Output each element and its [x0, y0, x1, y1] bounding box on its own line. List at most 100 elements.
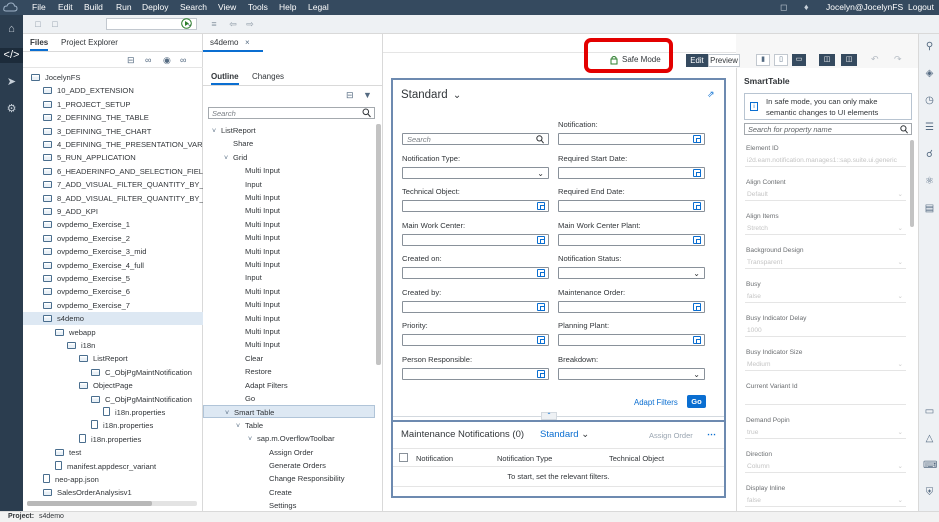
tree-item[interactable]: ovpdemo_Exercise_6: [23, 285, 203, 298]
tree-item[interactable]: manifest.appdescr_variant: [23, 460, 203, 473]
outline-item[interactable]: Share: [203, 137, 375, 150]
outline-item[interactable]: ˅ sap.m.OverflowToolbar: [203, 432, 375, 445]
close-icon[interactable]: ×: [245, 38, 250, 47]
filter-input[interactable]: [402, 334, 549, 346]
forward-icon[interactable]: ⇨: [244, 18, 256, 30]
filter-input[interactable]: [402, 267, 549, 279]
outline-item[interactable]: Create: [203, 486, 375, 499]
tree-item[interactable]: 5_RUN_APPLICATION: [23, 151, 203, 164]
outline-item[interactable]: Multi Input: [203, 245, 375, 258]
filter-input[interactable]: [558, 334, 705, 346]
tree-item[interactable]: 9_ADD_KPI: [23, 205, 203, 218]
save-icon[interactable]: □: [49, 18, 61, 30]
outline-item[interactable]: Multi Input: [203, 218, 375, 231]
terminal-icon[interactable]: ⌨: [923, 459, 937, 472]
tree-item[interactable]: 10_ADD_EXTENSION: [23, 84, 203, 97]
menu-search[interactable]: Search: [180, 2, 207, 12]
expand-toggle-icon[interactable]: ˅: [236, 420, 245, 433]
menu-deploy[interactable]: Deploy: [142, 2, 168, 12]
properties-scrollbar[interactable]: [910, 140, 914, 227]
filter-select[interactable]: ⌄: [402, 166, 549, 179]
property-select[interactable]: false ⌄: [745, 495, 906, 507]
menu-build[interactable]: Build: [84, 2, 103, 12]
tree-item[interactable]: webapp: [23, 326, 203, 339]
property-select[interactable]: false ⌄: [745, 291, 906, 303]
menu-view[interactable]: View: [218, 2, 236, 12]
tree-item[interactable]: 3_DEFINING_THE_CHART: [23, 125, 203, 138]
property-select[interactable]: Transparent ⌄: [745, 257, 906, 269]
filter-search-input[interactable]: Search: [402, 133, 549, 145]
tab-outline[interactable]: Outline: [211, 72, 239, 85]
link-icon[interactable]: ∞: [145, 55, 151, 65]
collapse-header-icon[interactable]: ⌃: [541, 412, 557, 420]
eye-icon[interactable]: ◉: [163, 55, 171, 66]
column-header-technical-object[interactable]: Technical Object: [609, 454, 664, 463]
tree-item[interactable]: i18n.properties: [23, 433, 203, 446]
go-button[interactable]: Go: [687, 395, 706, 408]
tree-item[interactable]: JocelynFS: [23, 71, 203, 84]
property-select[interactable]: Column ⌄: [745, 461, 906, 473]
menu-legal[interactable]: Legal: [308, 2, 329, 12]
expand-toggle-icon[interactable]: ˅: [212, 125, 221, 138]
search-icon[interactable]: ⚲: [923, 40, 936, 53]
layers-icon[interactable]: ◈: [923, 67, 936, 80]
bug-icon[interactable]: ⚛: [923, 175, 936, 188]
tree-item[interactable]: ovpdemo_Exercise_2: [23, 232, 203, 245]
outline-item[interactable]: Adapt Filters: [203, 379, 375, 392]
outline-item[interactable]: Clear: [203, 352, 375, 365]
tree-item[interactable]: ovpdemo_Exercise_5: [23, 272, 203, 285]
bell-icon[interactable]: ♦: [804, 2, 809, 12]
assign-order-button[interactable]: Assign Order: [649, 431, 693, 440]
outline-item[interactable]: Multi Input: [203, 298, 375, 311]
outline-item[interactable]: Generate Orders: [203, 459, 375, 472]
property-input[interactable]: i2d.eam.notification.manages1::sap.suite…: [745, 155, 906, 167]
tree-item[interactable]: i18n: [23, 339, 203, 352]
outline-item[interactable]: Go: [203, 392, 375, 405]
property-input[interactable]: 1000: [745, 325, 906, 337]
menu-help[interactable]: Help: [279, 2, 296, 12]
tree-item[interactable]: neo-app.json: [23, 473, 203, 486]
menu-edit[interactable]: Edit: [58, 2, 73, 12]
tree-item[interactable]: i18n.properties: [23, 419, 203, 432]
panel-right-icon[interactable]: ◫: [841, 54, 857, 66]
rocket-icon[interactable]: ➤: [4, 75, 19, 90]
tree-item[interactable]: 6_HEADERINFO_AND_SELECTION_FIELD: [23, 165, 203, 178]
outline-item[interactable]: Multi Input: [203, 325, 375, 338]
editor-tab-s4demo[interactable]: s4demo ×: [203, 34, 263, 52]
outline-item[interactable]: ˅ Smart Table: [203, 405, 375, 419]
expand-icon[interactable]: ⇗: [707, 89, 715, 100]
collapse-all-icon[interactable]: ⊟: [127, 55, 135, 66]
share-icon[interactable]: ◻: [780, 2, 787, 13]
tree-item[interactable]: 7_ADD_VISUAL_FILTER_QUANTITY_BY_: [23, 178, 203, 191]
edit-button[interactable]: Edit: [686, 54, 708, 67]
tree-item[interactable]: C_ObjPgMaintNotification: [23, 393, 203, 406]
property-select[interactable]: Default ⌄: [745, 189, 906, 201]
filterbar-variant[interactable]: Standard ⌄: [401, 89, 461, 101]
filter-input[interactable]: [402, 200, 549, 212]
outline-item[interactable]: Multi Input: [203, 231, 375, 244]
menu-run[interactable]: Run: [116, 2, 132, 12]
table-variant[interactable]: Standard ⌄: [540, 429, 589, 440]
tree-item[interactable]: ObjectPage: [23, 379, 203, 392]
filter-select[interactable]: ⌄: [558, 267, 705, 279]
tree-item[interactable]: s4demo: [23, 312, 203, 326]
property-search-input[interactable]: Search for property name: [744, 123, 912, 135]
home-icon[interactable]: ⌂: [4, 22, 19, 37]
outline-search-input[interactable]: Search: [208, 107, 375, 119]
back-icon[interactable]: ⇦: [227, 18, 239, 30]
expand-toggle-icon[interactable]: ˅: [248, 433, 257, 446]
outline-item[interactable]: Multi Input: [203, 312, 375, 325]
tree-item[interactable]: 4_DEFINING_THE_PRESENTATION_VARI: [23, 138, 203, 151]
menu-file[interactable]: File: [32, 2, 46, 12]
phone-icon[interactable]: ▮: [756, 54, 770, 66]
desktop-icon[interactable]: ▭: [792, 54, 806, 66]
outline-item[interactable]: Multi Input: [203, 285, 375, 298]
filter-select[interactable]: ⌄: [558, 367, 705, 380]
new-file-icon[interactable]: □: [32, 18, 44, 30]
tree-item[interactable]: 1_PROJECT_SETUP: [23, 98, 203, 111]
search-icon[interactable]: [362, 108, 371, 118]
git-icon[interactable]: ☌: [923, 148, 936, 161]
filter-input[interactable]: [402, 367, 549, 380]
filter-input[interactable]: [558, 233, 705, 246]
tab-project-explorer[interactable]: Project Explorer: [61, 38, 118, 47]
